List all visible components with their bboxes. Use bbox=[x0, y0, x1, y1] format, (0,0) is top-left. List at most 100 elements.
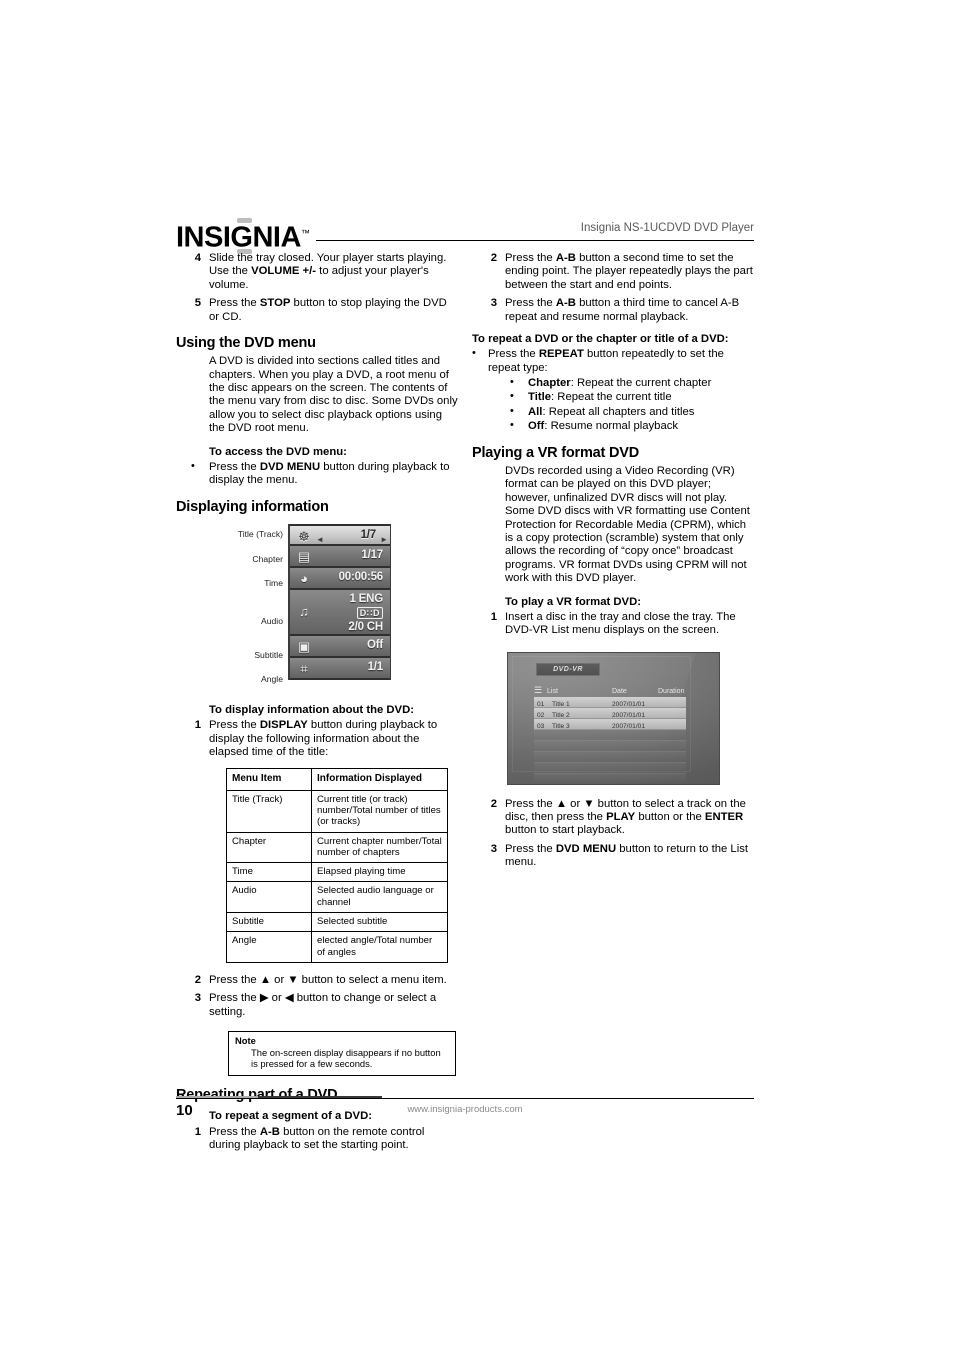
headphones-icon: ♫ bbox=[299, 603, 309, 619]
osd-value-audio-line3: 2/0 CH bbox=[348, 620, 383, 633]
list-icon: ☰ bbox=[534, 684, 543, 695]
table-row-empty[interactable] bbox=[534, 751, 686, 763]
list-item: 1 Press the DISPLAY button during playba… bbox=[176, 719, 458, 759]
osd-value-title: 1/7 bbox=[360, 528, 377, 541]
insignia-logo: INSIGNIA™ bbox=[176, 218, 310, 254]
cell-information: Selected audio language or channel bbox=[311, 881, 448, 913]
step-text: Press the ▲ or ▼ button to select a trac… bbox=[505, 797, 746, 837]
step-number: 2 bbox=[490, 252, 497, 264]
list-item: 3 Press the A-B button a third time to c… bbox=[472, 297, 754, 324]
step-text: Press the DISPLAY button during playback… bbox=[209, 719, 438, 758]
header-product-title: Insignia NS-1UCDVD DVD Player bbox=[580, 222, 754, 234]
subtitle-screen-icon: ▣ bbox=[297, 638, 311, 654]
step-number: 3 bbox=[490, 842, 497, 855]
osd-row-angle: ⌗ 1/1 bbox=[290, 657, 390, 680]
bullet-text: Off: Resume normal playback bbox=[528, 420, 679, 433]
vr-step-list: 1 Insert a disc in the tray and close th… bbox=[472, 611, 754, 638]
cell-information: Selected subtitle bbox=[311, 911, 448, 933]
bullet-dot: • bbox=[191, 459, 195, 472]
right-column: 2 Press the A-B button a second time to … bbox=[472, 252, 754, 870]
list-item: 3 Press the DVD MENU button to return to… bbox=[472, 843, 754, 870]
table-row: Time Elapsed playing time bbox=[226, 862, 448, 883]
logo-accent-top bbox=[237, 218, 252, 223]
list-item: 1 Insert a disc in the tray and close th… bbox=[472, 611, 754, 638]
osd-row-chapter: ▤ 1/17 bbox=[290, 545, 390, 568]
cell-menu-item: Angle bbox=[226, 931, 312, 963]
table-body: Title (Track) Current title (or track) n… bbox=[226, 789, 448, 963]
osd-value-audio-line1: 1 ENG bbox=[349, 592, 383, 605]
table-row-empty[interactable] bbox=[534, 729, 686, 741]
osd-value-angle: 1/1 bbox=[367, 660, 384, 673]
step-number: 4 bbox=[194, 252, 201, 264]
cell-menu-item: Audio bbox=[226, 881, 312, 913]
osd-row-audio: ♫ 1 ENG D∷D 2/0 CH bbox=[290, 589, 390, 636]
osd-label-time: Time bbox=[264, 577, 283, 588]
bullet-text: Title: Repeat the current title bbox=[528, 391, 672, 404]
osd-row-subtitle: ▣ Off bbox=[290, 635, 390, 658]
note-body: The on-screen display disappears if no b… bbox=[251, 1047, 441, 1070]
footer-url: www.insignia-products.com bbox=[407, 1104, 523, 1115]
section-heading-using-dvd-menu: Using the DVD menu bbox=[176, 335, 316, 352]
table-row-empty[interactable] bbox=[534, 740, 686, 752]
repeat-type-options: • Chapter: Repeat the current chapter • … bbox=[472, 376, 754, 434]
bullet-text: All: Repeat all chapters and titles bbox=[528, 405, 695, 418]
step-text: Insert a disc in the tray and close the … bbox=[505, 610, 736, 637]
subheading-access-dvd-menu: To access the DVD menu: bbox=[209, 445, 347, 458]
table-row: Audio Selected audio language or channel bbox=[226, 881, 448, 913]
bullet-text: Chapter: Repeat the current chapter bbox=[528, 377, 712, 390]
step-number: 3 bbox=[194, 992, 201, 1005]
continued-steps-list: 4 Slide the tray closed. Your player sta… bbox=[176, 252, 458, 324]
step-number: 5 bbox=[194, 297, 201, 310]
list-item: 1 Press the A-B button on the remote con… bbox=[176, 1126, 458, 1153]
column-header-information-displayed: Information Displayed bbox=[311, 768, 448, 791]
vr-list-column-headers: ☰ List Date Duration bbox=[534, 684, 684, 695]
step-number: 1 bbox=[194, 719, 201, 732]
osd-value-audio: 1 ENG D∷D 2/0 CH bbox=[348, 592, 383, 634]
chevron-left-icon: ◄ bbox=[316, 534, 324, 544]
bullet-text: Press the REPEAT button repeatedly to se… bbox=[488, 348, 724, 374]
table-row: Chapter Current chapter number/Total num… bbox=[226, 831, 448, 864]
note-title: Note bbox=[235, 1035, 256, 1047]
repeat-type-bullets: • Press the REPEAT button repeatedly to … bbox=[472, 347, 754, 375]
section-heading-playing-vr-format-dvd: Playing a VR format DVD bbox=[472, 444, 640, 461]
film-reel-icon: ☸ bbox=[298, 528, 310, 544]
subheading-display-info-about-dvd: To display information about the DVD: bbox=[209, 703, 415, 716]
list-item: • Chapter: Repeat the current chapter bbox=[472, 376, 754, 390]
table-row-empty[interactable] bbox=[534, 773, 686, 784]
subheading-repeat-dvd-chapter-title: To repeat a DVD or the chapter or title … bbox=[472, 333, 729, 346]
chapter-icon: ▤ bbox=[297, 548, 311, 564]
step-number: 1 bbox=[194, 1125, 201, 1138]
step-text: Press the STOP button to stop playing th… bbox=[209, 297, 447, 323]
cell-information: elected angle/Total number of angles bbox=[311, 931, 448, 963]
step-text: Press the DVD MENU button to return to t… bbox=[505, 842, 749, 869]
list-item: • Off: Resume normal playback bbox=[472, 419, 754, 433]
osd-label-title: Title (Track) bbox=[237, 528, 283, 539]
step-text: Press the ▲ or ▼ button to select a menu… bbox=[209, 973, 447, 986]
column-header-menu-item: Menu Item bbox=[226, 768, 312, 791]
ab-repeat-continued-steps: 2 Press the A-B button a second time to … bbox=[472, 252, 754, 324]
table-row[interactable]: 02 Title 2 2007/01/01 bbox=[534, 707, 686, 719]
list-item: 2 Press the ▲ or ▼ button to select a tr… bbox=[472, 798, 754, 838]
osd-label-subtitle: Subtitle bbox=[254, 649, 283, 660]
osd-panel: ☸ ◄ 1/7 ► ▤ 1/17 ◕ 00:00:56 ♫ 1 ENG D∷D … bbox=[288, 523, 391, 680]
step-number: 3 bbox=[490, 297, 497, 310]
bullet-text: Press the DVD MENU button during playbac… bbox=[209, 460, 450, 487]
table-row-empty[interactable] bbox=[534, 762, 686, 774]
list-item: 3 Press the ▶ or ◀ button to change or s… bbox=[176, 992, 458, 1019]
bullet-dot: • bbox=[472, 347, 476, 360]
table-row: Subtitle Selected subtitle bbox=[226, 911, 448, 933]
table-row[interactable]: 03 Title 3 2007/01/01 bbox=[534, 718, 686, 730]
movie-camera-icon: ⌗ bbox=[300, 660, 308, 676]
osd-row-time: ◕ 00:00:56 bbox=[290, 567, 390, 590]
osd-value-chapter: 1/17 bbox=[361, 548, 383, 561]
list-item: 4 Slide the tray closed. Your player sta… bbox=[176, 252, 458, 292]
cell-information: Current chapter number/Total number of c… bbox=[311, 831, 448, 864]
cell-menu-item: Time bbox=[226, 862, 312, 883]
list-item: 2 Press the A-B button a second time to … bbox=[472, 252, 754, 292]
table-row[interactable]: 01 Title 1 2007/01/01 bbox=[534, 696, 686, 708]
osd-label-angle: Angle bbox=[261, 673, 283, 684]
osd-value-audio-line2: D∷D bbox=[356, 606, 383, 619]
list-item: • All: Repeat all chapters and titles bbox=[472, 405, 754, 419]
table-row: Angle elected angle/Total number of angl… bbox=[226, 931, 448, 963]
step-text: Press the A-B button a third time to can… bbox=[505, 297, 740, 323]
